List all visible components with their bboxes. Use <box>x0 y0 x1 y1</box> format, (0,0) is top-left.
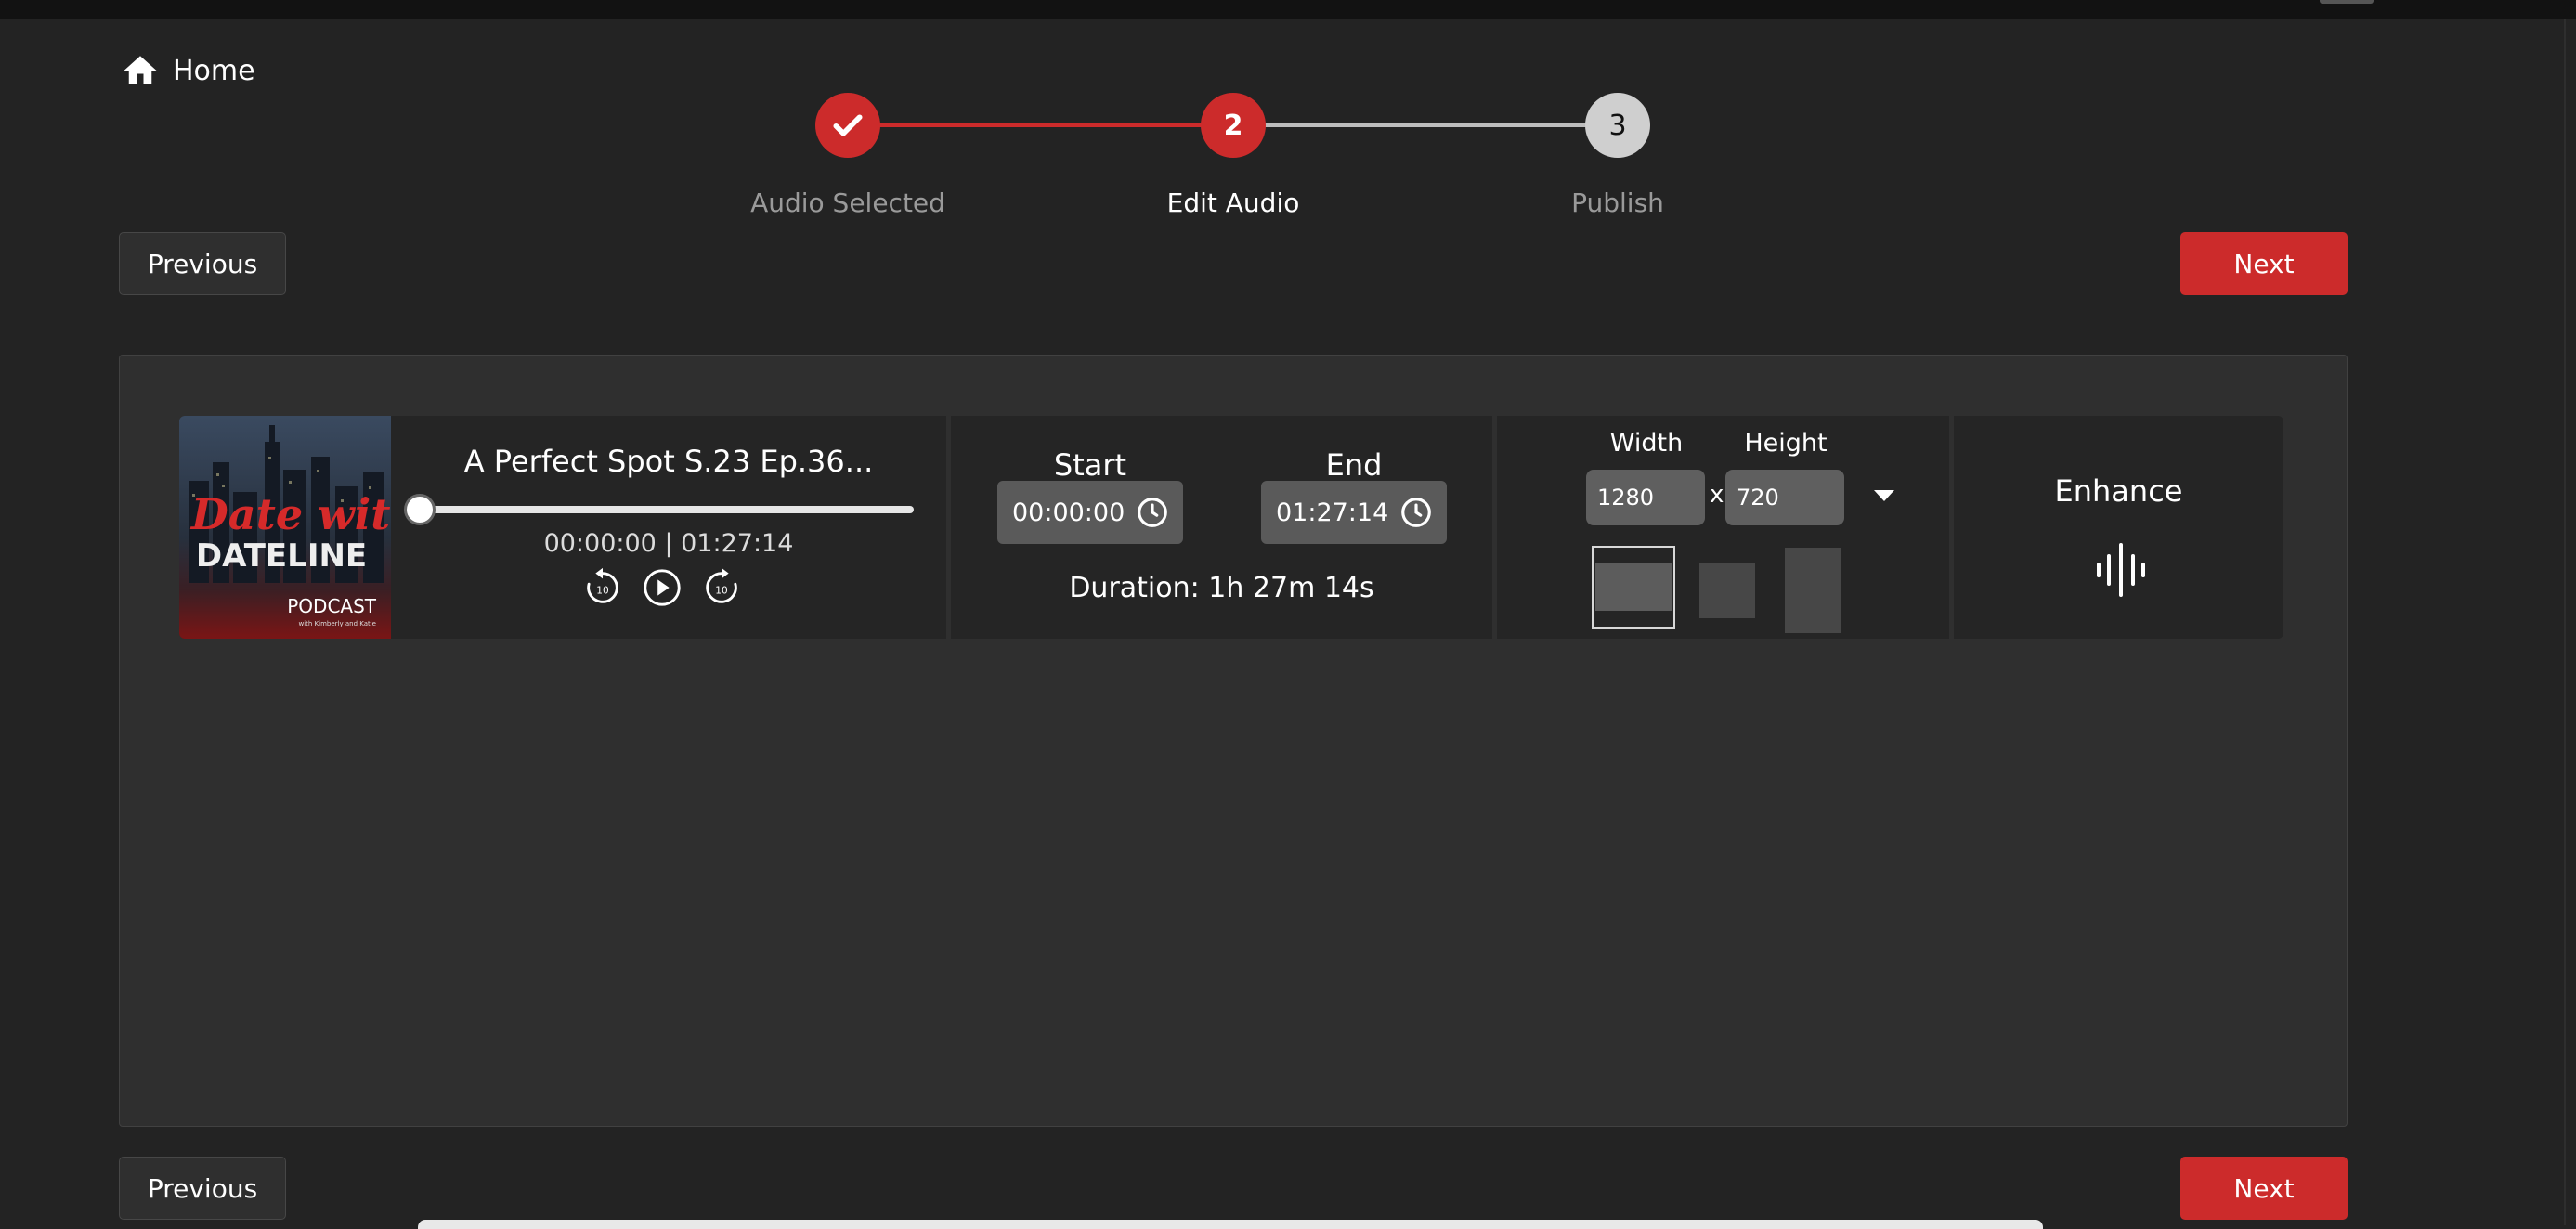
play-icon[interactable] <box>641 566 683 609</box>
thumbnail-text-hosts: with Kimberly and Katie <box>298 620 376 627</box>
seek-slider[interactable] <box>404 494 914 525</box>
step-3-indicator[interactable]: 3 <box>1585 93 1650 158</box>
progress-stepper: 2 3 Audio Selected Edit Audio Publish <box>0 0 2576 223</box>
svg-text:10: 10 <box>715 586 727 597</box>
start-time-value: 00:00:00 <box>1012 498 1125 527</box>
chevron-down-icon[interactable] <box>1874 490 1894 501</box>
track-title: A Perfect Spot S.23 Ep.36... <box>463 444 874 479</box>
aspect-square-option[interactable] <box>1699 563 1755 618</box>
seek-handle[interactable] <box>404 494 436 525</box>
track-player-card: a Date with DATELINE PODCAST with Kimber… <box>179 416 946 639</box>
thumbnail-text-podcast: PODCAST <box>287 595 377 617</box>
end-time-input[interactable]: 01:27:14 <box>1261 481 1447 544</box>
aspect-portrait-option[interactable] <box>1785 548 1841 633</box>
trim-card: Start End 00:00:00 01:27:14 Duration: 1h… <box>951 416 1492 639</box>
playback-time: 00:00:00 | 01:27:14 <box>391 529 946 558</box>
aspect-landscape-option[interactable] <box>1592 546 1675 629</box>
previous-button-top[interactable]: Previous <box>119 232 286 295</box>
rewind-10-icon[interactable]: 10 <box>581 566 624 609</box>
dimension-separator: x <box>1710 481 1724 509</box>
duration-text: Duration: 1h 27m 14s <box>1069 572 1374 604</box>
next-button-top[interactable]: Next <box>2180 232 2348 295</box>
forward-10-icon[interactable]: 10 <box>700 566 743 609</box>
bottom-sheet-edge <box>418 1220 2043 1229</box>
end-label: End <box>1325 447 1383 483</box>
output-size-card: Width Height 1280 x 720 <box>1497 416 1949 639</box>
next-button-bottom[interactable]: Next <box>2180 1157 2348 1220</box>
svg-text:10: 10 <box>596 586 608 597</box>
stepper-line-complete <box>848 123 1233 127</box>
step-2-label: Edit Audio <box>1166 188 1300 218</box>
height-label: Height <box>1744 429 1828 458</box>
podcast-thumbnail: a Date with DATELINE PODCAST with Kimber… <box>179 416 391 639</box>
step-2-indicator[interactable]: 2 <box>1201 93 1266 158</box>
thumbnail-text-top: a Date with <box>179 489 391 539</box>
waveform-icon[interactable] <box>2096 542 2146 598</box>
height-input[interactable]: 720 <box>1725 470 1844 525</box>
check-icon <box>833 114 863 136</box>
clock-icon[interactable] <box>1135 495 1170 530</box>
enhance-card[interactable]: Enhance <box>1954 416 2283 639</box>
step-1-label: Audio Selected <box>750 188 945 218</box>
step-3-label: Publish <box>1571 188 1664 218</box>
time-separator: | <box>664 529 673 558</box>
start-label: Start <box>1053 447 1127 483</box>
end-time-value: 01:27:14 <box>1276 498 1389 527</box>
current-time: 00:00:00 <box>543 529 657 558</box>
stepper-line-pending <box>1233 123 1618 127</box>
thumbnail-text-main: DATELINE <box>196 537 367 575</box>
clock-icon[interactable] <box>1399 495 1434 530</box>
previous-button-bottom[interactable]: Previous <box>119 1157 286 1220</box>
playback-controls: 10 10 <box>581 566 743 609</box>
start-time-input[interactable]: 00:00:00 <box>997 481 1183 544</box>
width-label: Width <box>1609 429 1684 458</box>
width-input[interactable]: 1280 <box>1586 470 1705 525</box>
step-1-indicator[interactable] <box>815 93 880 158</box>
total-time: 01:27:14 <box>681 529 794 558</box>
enhance-label: Enhance <box>2054 473 2183 509</box>
